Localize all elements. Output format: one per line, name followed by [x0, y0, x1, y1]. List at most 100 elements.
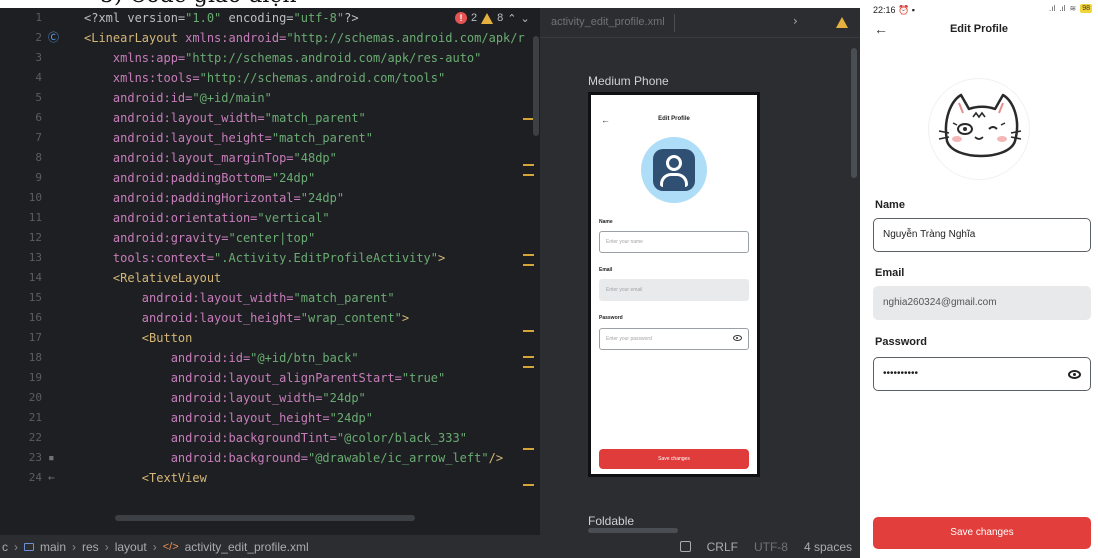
- name-field[interactable]: Nguyễn Tràng Nghĩa: [873, 218, 1091, 252]
- warning-marker[interactable]: [523, 356, 534, 358]
- code-line[interactable]: android:id="@+id/main": [84, 88, 272, 108]
- drawable-preview-icon[interactable]: ←: [48, 468, 55, 488]
- horizontal-scrollbar[interactable]: [115, 515, 415, 521]
- code-line[interactable]: <Button: [84, 328, 193, 348]
- name-field[interactable]: Enter your name: [599, 231, 749, 253]
- code-line[interactable]: <TextView: [84, 468, 207, 488]
- line-separator[interactable]: CRLF: [707, 540, 738, 554]
- warning-marker[interactable]: [523, 484, 534, 486]
- code-line[interactable]: android:layout_height="match_parent": [84, 128, 373, 148]
- breadcrumb-item[interactable]: main: [40, 540, 66, 554]
- code-line[interactable]: android:layout_height="24dp": [84, 408, 373, 428]
- chevron-down-icon[interactable]: ⌄: [520, 12, 529, 25]
- line-number[interactable]: 19: [0, 368, 42, 388]
- line-number[interactable]: 21: [0, 408, 42, 428]
- save-button[interactable]: Save changes: [873, 517, 1091, 549]
- line-number[interactable]: 22: [0, 428, 42, 448]
- xml-file-icon: </>: [162, 540, 179, 553]
- code-token: tools:context=: [84, 251, 215, 265]
- notification-icon[interactable]: [679, 541, 691, 552]
- breadcrumb-item[interactable]: activity_edit_profile.xml: [185, 540, 309, 554]
- code-line[interactable]: <LinearLayout xmlns:android="http://sche…: [84, 28, 525, 48]
- document-heading-text: 5) Code giao diện: [100, 0, 297, 8]
- line-number[interactable]: 5: [0, 88, 42, 108]
- warning-marker[interactable]: [523, 366, 534, 368]
- file-tab[interactable]: activity_edit_profile.xml: [551, 16, 665, 28]
- indent-setting[interactable]: 4 spaces: [804, 540, 852, 554]
- warning-marker[interactable]: [523, 164, 534, 166]
- breadcrumb-item[interactable]: c: [2, 540, 8, 554]
- inspection-widget[interactable]: ! 2 8 ⌃ ⌄: [455, 8, 530, 28]
- code-line[interactable]: tools:context=".Activity.EditProfileActi…: [84, 248, 445, 268]
- line-number[interactable]: 24: [0, 468, 42, 488]
- line-number[interactable]: 15: [0, 288, 42, 308]
- code-token: android:id=: [84, 91, 193, 105]
- line-number[interactable]: 23: [0, 448, 42, 468]
- phone-preview[interactable]: ← Edit Profile Name Enter your name Emai…: [588, 92, 760, 477]
- code-line[interactable]: <?xml version="1.0" encoding="utf-8"?>: [84, 8, 359, 28]
- line-number[interactable]: 14: [0, 268, 42, 288]
- warning-marker[interactable]: [523, 174, 534, 176]
- code-line[interactable]: android:layout_width="match_parent": [84, 288, 395, 308]
- code-line[interactable]: android:layout_height="wrap_content">: [84, 308, 409, 328]
- chevron-right-icon[interactable]: ›: [793, 14, 798, 28]
- code-line[interactable]: android:layout_width="match_parent": [84, 108, 366, 128]
- chevron-up-icon[interactable]: ⌃: [507, 12, 516, 25]
- line-number[interactable]: 11: [0, 208, 42, 228]
- eye-icon[interactable]: [733, 335, 742, 341]
- line-number[interactable]: 16: [0, 308, 42, 328]
- code-line[interactable]: xmlns:app="http://schemas.android.com/ap…: [84, 48, 481, 68]
- eye-icon[interactable]: [1068, 370, 1081, 379]
- line-number[interactable]: 8: [0, 148, 42, 168]
- code-line[interactable]: android:background="@drawable/ic_arrow_l…: [84, 448, 503, 468]
- line-number[interactable]: 18: [0, 348, 42, 368]
- password-field[interactable]: ••••••••••: [873, 357, 1091, 391]
- code-token: "http://schemas.android.com/apk/r: [286, 31, 525, 45]
- save-button[interactable]: Save changes: [599, 449, 749, 469]
- line-number[interactable]: 7: [0, 128, 42, 148]
- line-number[interactable]: 17: [0, 328, 42, 348]
- warning-marker[interactable]: [523, 330, 534, 332]
- vertical-scrollbar[interactable]: [533, 36, 539, 136]
- line-number[interactable]: 2: [0, 28, 42, 48]
- code-line[interactable]: android:gravity="center|top": [84, 228, 315, 248]
- line-number[interactable]: 4: [0, 68, 42, 88]
- password-field[interactable]: Enter your password: [599, 328, 749, 350]
- code-line[interactable]: android:id="@+id/btn_back": [84, 348, 359, 368]
- design-preview-panel[interactable]: activity_edit_profile.xml › Medium Phone…: [540, 8, 860, 535]
- warning-marker[interactable]: [523, 264, 534, 266]
- warning-marker[interactable]: [523, 448, 534, 450]
- warning-icon[interactable]: [836, 17, 848, 28]
- code-line[interactable]: android:layout_width="24dp": [84, 388, 366, 408]
- code-line[interactable]: android:layout_marginTop="48dp": [84, 148, 337, 168]
- line-number[interactable]: 13: [0, 248, 42, 268]
- line-number[interactable]: 6: [0, 108, 42, 128]
- breadcrumb-item[interactable]: layout: [115, 540, 147, 554]
- device-screen[interactable]: 22:16 ⏰ ▪ .ıl .ıl ≋ 98 ← Edit Profile Na…: [860, 0, 1098, 558]
- warning-marker[interactable]: [523, 254, 534, 256]
- class-marker-icon[interactable]: Ⓒ: [48, 28, 59, 48]
- line-number[interactable]: 3: [0, 48, 42, 68]
- code-line[interactable]: android:backgroundTint="@color/black_333…: [84, 428, 467, 448]
- design-vertical-scrollbar[interactable]: [851, 48, 857, 178]
- code-editor[interactable]: 1 2 3 4 5 6 7 8 9 10 11 12 13 14 15 16 17 18 19 20 21 22 23 24 …: [0, 8, 540, 535]
- error-icon: !: [455, 12, 467, 24]
- code-line[interactable]: <RelativeLayout: [84, 268, 221, 288]
- code-area[interactable]: <?xml version="1.0" encoding="utf-8"?> <L…: [84, 8, 540, 535]
- avatar[interactable]: [928, 78, 1030, 180]
- breadcrumb-item[interactable]: res: [82, 540, 99, 554]
- color-swatch-icon[interactable]: ▪: [48, 448, 55, 468]
- code-line[interactable]: xmlns:tools="http://schemas.android.com/…: [84, 68, 445, 88]
- code-line[interactable]: android:paddingHorizontal="24dp": [84, 188, 344, 208]
- line-number[interactable]: 9: [0, 168, 42, 188]
- line-number[interactable]: 10: [0, 188, 42, 208]
- line-number[interactable]: 12: [0, 228, 42, 248]
- code-line[interactable]: android:orientation="vertical": [84, 208, 330, 228]
- avatar[interactable]: [641, 137, 707, 203]
- code-line[interactable]: android:paddingBottom="24dp": [84, 168, 315, 188]
- design-horizontal-scrollbar[interactable]: [588, 528, 678, 533]
- code-line[interactable]: android:layout_alignParentStart="true": [84, 368, 446, 388]
- file-encoding[interactable]: UTF-8: [754, 540, 788, 554]
- line-number[interactable]: 20: [0, 388, 42, 408]
- line-number[interactable]: 1: [0, 8, 42, 28]
